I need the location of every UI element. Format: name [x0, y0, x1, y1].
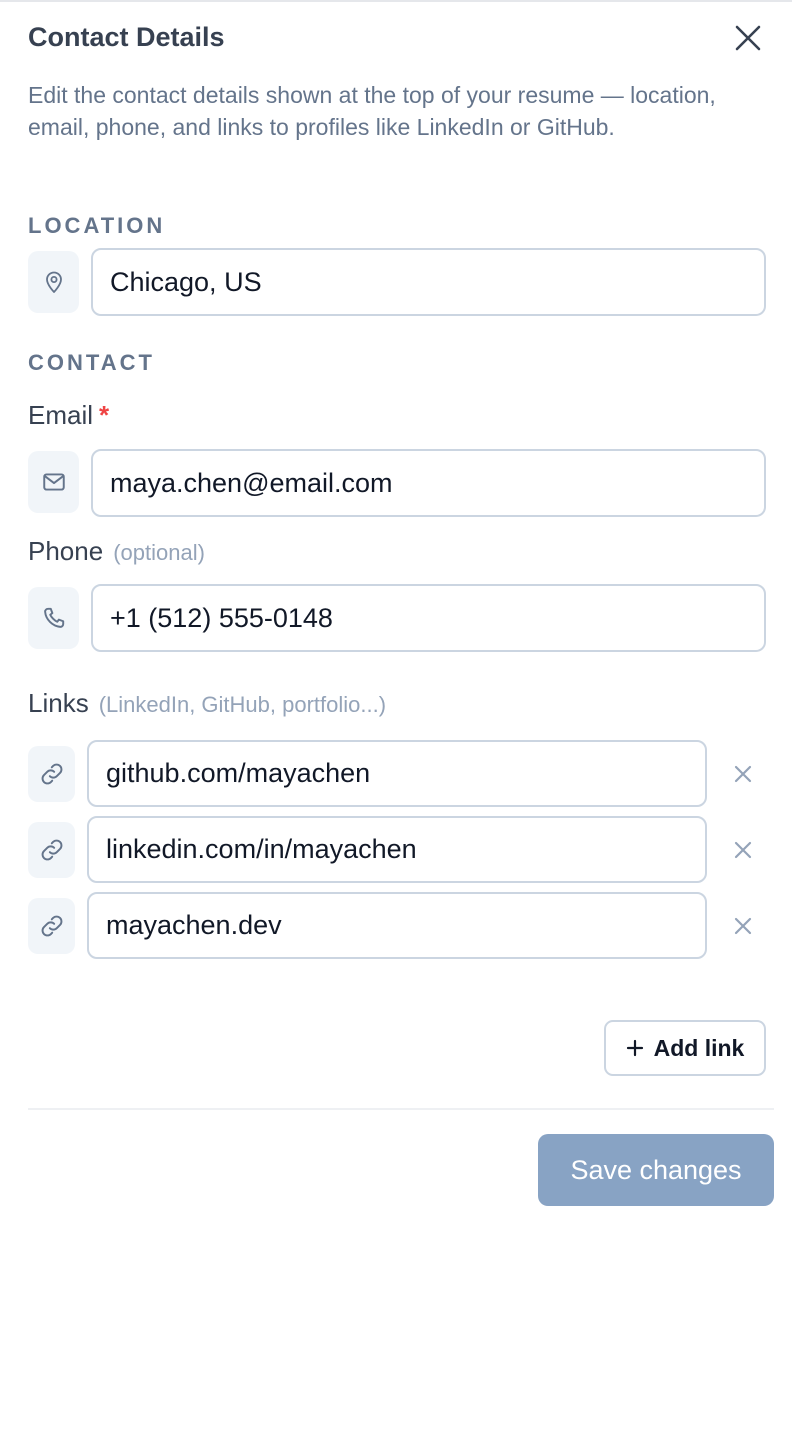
email-label: Email * — [28, 400, 109, 431]
links-label: Links (LinkedIn, GitHub, portfolio...) — [28, 688, 386, 719]
email-label-text: Email — [28, 400, 94, 430]
dialog-title: Contact Details — [28, 22, 225, 52]
phone-hint: (optional) — [113, 540, 205, 565]
section-contact: CONTACT — [28, 350, 155, 375]
link-icon-box — [28, 746, 75, 802]
top-border — [0, 0, 792, 2]
links-hint: (LinkedIn, GitHub, portfolio...) — [98, 692, 387, 717]
link-icon-box — [28, 822, 75, 878]
add-link-button[interactable]: Add link — [604, 1020, 766, 1076]
map-pin-icon — [45, 271, 62, 293]
link-icon — [41, 839, 62, 861]
remove-icon — [734, 917, 752, 935]
footer-divider — [28, 1108, 774, 1110]
links-label-text: Links — [28, 688, 89, 718]
link-value: linkedin.com/in/mayachen — [106, 834, 417, 864]
link-value: mayachen.dev — [106, 910, 282, 940]
location-value: Chicago, US — [110, 266, 262, 297]
link-value: github.com/mayachen — [106, 758, 371, 788]
phone-label: Phone (optional) — [28, 536, 205, 567]
remove-link-button[interactable] — [726, 909, 760, 943]
link-input[interactable]: mayachen.dev — [87, 892, 707, 959]
location-input[interactable]: Chicago, US — [91, 248, 766, 316]
required-marker: * — [99, 400, 110, 430]
plus-icon — [626, 1039, 643, 1057]
link-input[interactable]: linkedin.com/in/mayachen — [87, 816, 707, 883]
dialog-description: Edit the contact details shown at the to… — [28, 82, 716, 140]
link-icon — [41, 915, 62, 937]
close-button[interactable] — [730, 20, 766, 56]
save-changes-button[interactable]: Save changes — [538, 1134, 774, 1206]
remove-icon — [734, 765, 752, 783]
link-input[interactable]: github.com/mayachen — [87, 740, 707, 807]
remove-icon — [734, 841, 752, 859]
location-icon-box — [28, 251, 79, 313]
link-icon-box — [28, 898, 75, 954]
section-location: LOCATION — [28, 213, 166, 238]
remove-link-button[interactable] — [726, 833, 760, 867]
phone-input[interactable]: +1 (512) 555-0148 — [91, 584, 766, 652]
email-value: maya.chen@email.com — [110, 467, 393, 498]
phone-value: +1 (512) 555-0148 — [110, 602, 333, 633]
save-label: Save changes — [570, 1154, 742, 1185]
add-link-label: Add link — [653, 1034, 745, 1061]
mail-icon — [42, 473, 65, 491]
link-icon — [41, 763, 62, 785]
email-icon-box — [28, 451, 79, 513]
phone-label-text: Phone — [28, 536, 104, 566]
phone-icon — [43, 607, 64, 628]
remove-link-button[interactable] — [726, 757, 760, 791]
email-input[interactable]: maya.chen@email.com — [91, 449, 766, 517]
phone-icon-box — [28, 587, 79, 649]
close-icon — [735, 25, 761, 51]
